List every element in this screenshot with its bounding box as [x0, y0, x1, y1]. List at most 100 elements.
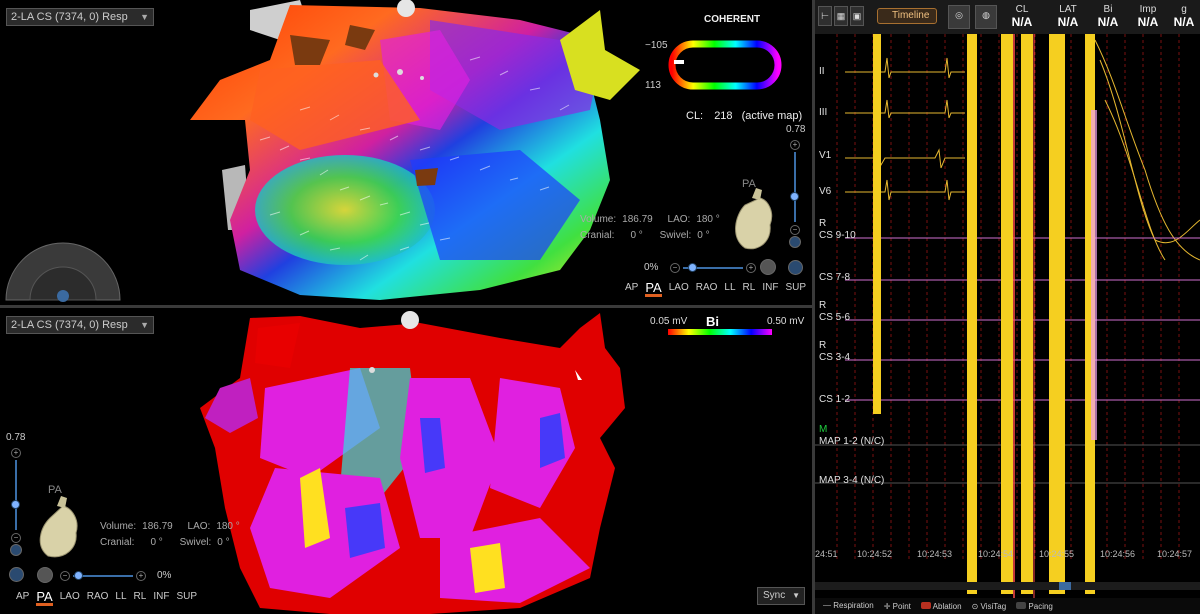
- plus-icon[interactable]: +: [790, 140, 800, 150]
- view-ap-button[interactable]: AP: [625, 282, 638, 297]
- rotation-info: Cranial: 0 ° Swivel: 0 °: [100, 537, 230, 548]
- sensor-icon[interactable]: ◍: [975, 5, 997, 29]
- channel-label[interactable]: III: [819, 107, 827, 118]
- channel-label[interactable]: CS 7-8: [819, 272, 850, 283]
- channel-label[interactable]: CS 5-6: [819, 312, 850, 323]
- view-lao-button[interactable]: LAO: [60, 591, 80, 606]
- rotate-icon[interactable]: [788, 260, 803, 275]
- orientation-label: PA: [48, 484, 62, 496]
- activation-map-view[interactable]: [0, 0, 812, 306]
- view-ap-button[interactable]: AP: [16, 591, 29, 606]
- channel-label[interactable]: R: [819, 340, 826, 351]
- channel-label[interactable]: M: [819, 424, 827, 435]
- view-sup-button[interactable]: SUP: [785, 282, 806, 297]
- plus-icon[interactable]: +: [136, 571, 146, 581]
- view-inf-button[interactable]: INF: [762, 282, 778, 297]
- legend-visitag: ⊙ VisiTag: [971, 601, 1007, 611]
- time-tick: 10:24:54: [978, 549, 1014, 559]
- map-selector[interactable]: 2-LA CS (7374, 0) Resp ▼: [6, 8, 154, 26]
- cl-note: (active map): [741, 110, 803, 122]
- voltage-map-pane[interactable]: 2-LA CS (7374, 0) Resp ▼ 0.05 mV Bi 0.50 …: [0, 308, 812, 614]
- orientation-heart-icon: [735, 188, 773, 250]
- minus-icon[interactable]: −: [670, 263, 680, 273]
- opacity-slider[interactable]: [794, 152, 796, 222]
- grid-icon[interactable]: ▦: [834, 6, 848, 26]
- voltage-map-view[interactable]: [0, 308, 812, 614]
- activation-map-pane[interactable]: 2-LA CS (7374, 0) Resp ▼ COHERENT −105 11…: [0, 0, 812, 306]
- view-rl-button[interactable]: RL: [743, 282, 756, 297]
- channel-label[interactable]: MAP 1-2 (N/C): [819, 436, 884, 447]
- orientation-heart-icon: [39, 496, 78, 558]
- view-rao-button[interactable]: RAO: [87, 591, 109, 606]
- egm-signal-panel[interactable]: ⊢ ▦ ▣ Timeline ◎ ◍ CL N/A LAT N/A Bi N/A…: [815, 0, 1200, 614]
- view-rl-button[interactable]: RL: [134, 591, 147, 606]
- chevron-down-icon: ▼: [792, 591, 800, 600]
- channel-label[interactable]: V1: [819, 150, 831, 161]
- view-pa-button[interactable]: PA: [645, 281, 662, 297]
- legend-ablation: Ablation: [920, 601, 962, 611]
- time-tick: 24:51: [815, 549, 838, 559]
- opacity-value: 0.78: [786, 124, 806, 135]
- view-sup-button[interactable]: SUP: [176, 591, 197, 606]
- view-ll-button[interactable]: LL: [724, 282, 735, 297]
- scale-min-label: 0.05 mV: [650, 316, 688, 327]
- transparency-value: 0%: [157, 570, 172, 581]
- sphere-icon[interactable]: [37, 567, 53, 583]
- cl-value: 218: [714, 110, 733, 122]
- metric-cl: CL N/A: [1011, 4, 1033, 29]
- map-selector[interactable]: 2-LA CS (7374, 0) Resp ▼: [6, 316, 154, 334]
- channel-label[interactable]: R: [819, 300, 826, 311]
- channel-label[interactable]: II: [819, 66, 825, 77]
- opacity-value: 0.78: [6, 432, 26, 443]
- channel-label[interactable]: MAP 3-4 (N/C): [819, 475, 884, 486]
- view-ll-button[interactable]: LL: [115, 591, 126, 606]
- sphere-icon[interactable]: [760, 259, 776, 275]
- view-rao-button[interactable]: RAO: [696, 282, 718, 297]
- legend-point: ✛ Point: [883, 601, 911, 611]
- ruler-icon[interactable]: ⊢: [818, 6, 832, 26]
- expand-icon[interactable]: [789, 236, 801, 248]
- egm-traces: [815, 34, 1200, 600]
- carto-workspace: 2-LA CS (7374, 0) Resp ▼ COHERENT −105 11…: [0, 0, 1200, 614]
- ablation-swatch-icon: [920, 601, 931, 609]
- volume-info: Volume: 186.79 LAO: 180 °: [100, 521, 240, 532]
- expand-icon[interactable]: [10, 544, 22, 556]
- opacity-slider-knob[interactable]: [11, 500, 20, 509]
- opacity-slider[interactable]: [15, 460, 17, 530]
- channel-label[interactable]: CS 1-2: [819, 394, 850, 405]
- legend-pacing: Pacing: [1016, 601, 1053, 611]
- cycle-length-readout: CL: 218 (active map): [686, 110, 802, 122]
- volume-info: Volume: 186.79 LAO: 180 °: [580, 214, 720, 225]
- chevron-down-icon: ▼: [140, 320, 149, 330]
- channel-label[interactable]: V6: [819, 186, 831, 197]
- opacity-slider-knob[interactable]: [790, 192, 799, 201]
- scale-max-label: 0.50 mV: [767, 316, 805, 327]
- time-tick: 10:24:52: [857, 549, 893, 559]
- egm-toolbar: ⊢ ▦ ▣ Timeline ◎ ◍ CL N/A LAT N/A Bi N/A…: [815, 0, 1200, 34]
- minus-icon[interactable]: −: [60, 571, 70, 581]
- plus-icon[interactable]: +: [746, 263, 756, 273]
- chevron-down-icon: ▼: [140, 12, 149, 22]
- sync-dropdown[interactable]: Sync ▼: [757, 587, 805, 605]
- view-inf-button[interactable]: INF: [153, 591, 169, 606]
- view-pa-button[interactable]: PA: [36, 590, 53, 606]
- minus-icon[interactable]: −: [790, 225, 800, 235]
- view-buttons: AP PA LAO RAO LL RL INF SUP: [625, 281, 806, 297]
- time-tick: 10:24:55: [1039, 549, 1075, 559]
- transparency-slider-knob[interactable]: [74, 571, 83, 580]
- channel-label[interactable]: CS 9-10: [819, 230, 856, 241]
- target-icon[interactable]: ◎: [948, 5, 970, 29]
- image-icon[interactable]: ▣: [850, 6, 864, 26]
- rotate-icon[interactable]: [9, 567, 24, 582]
- time-tick: 10:24:57: [1157, 549, 1193, 559]
- transparency-slider-knob[interactable]: [688, 263, 697, 272]
- channel-label[interactable]: R: [819, 218, 826, 229]
- time-tick: 10:24:53: [917, 549, 953, 559]
- time-tick: 10:24:56: [1100, 549, 1136, 559]
- channel-label[interactable]: CS 3-4: [819, 352, 850, 363]
- minus-icon[interactable]: −: [11, 533, 21, 543]
- view-lao-button[interactable]: LAO: [669, 282, 689, 297]
- orientation-label: PA: [742, 178, 756, 190]
- plus-icon[interactable]: +: [11, 448, 21, 458]
- timeline-button[interactable]: Timeline: [877, 8, 937, 24]
